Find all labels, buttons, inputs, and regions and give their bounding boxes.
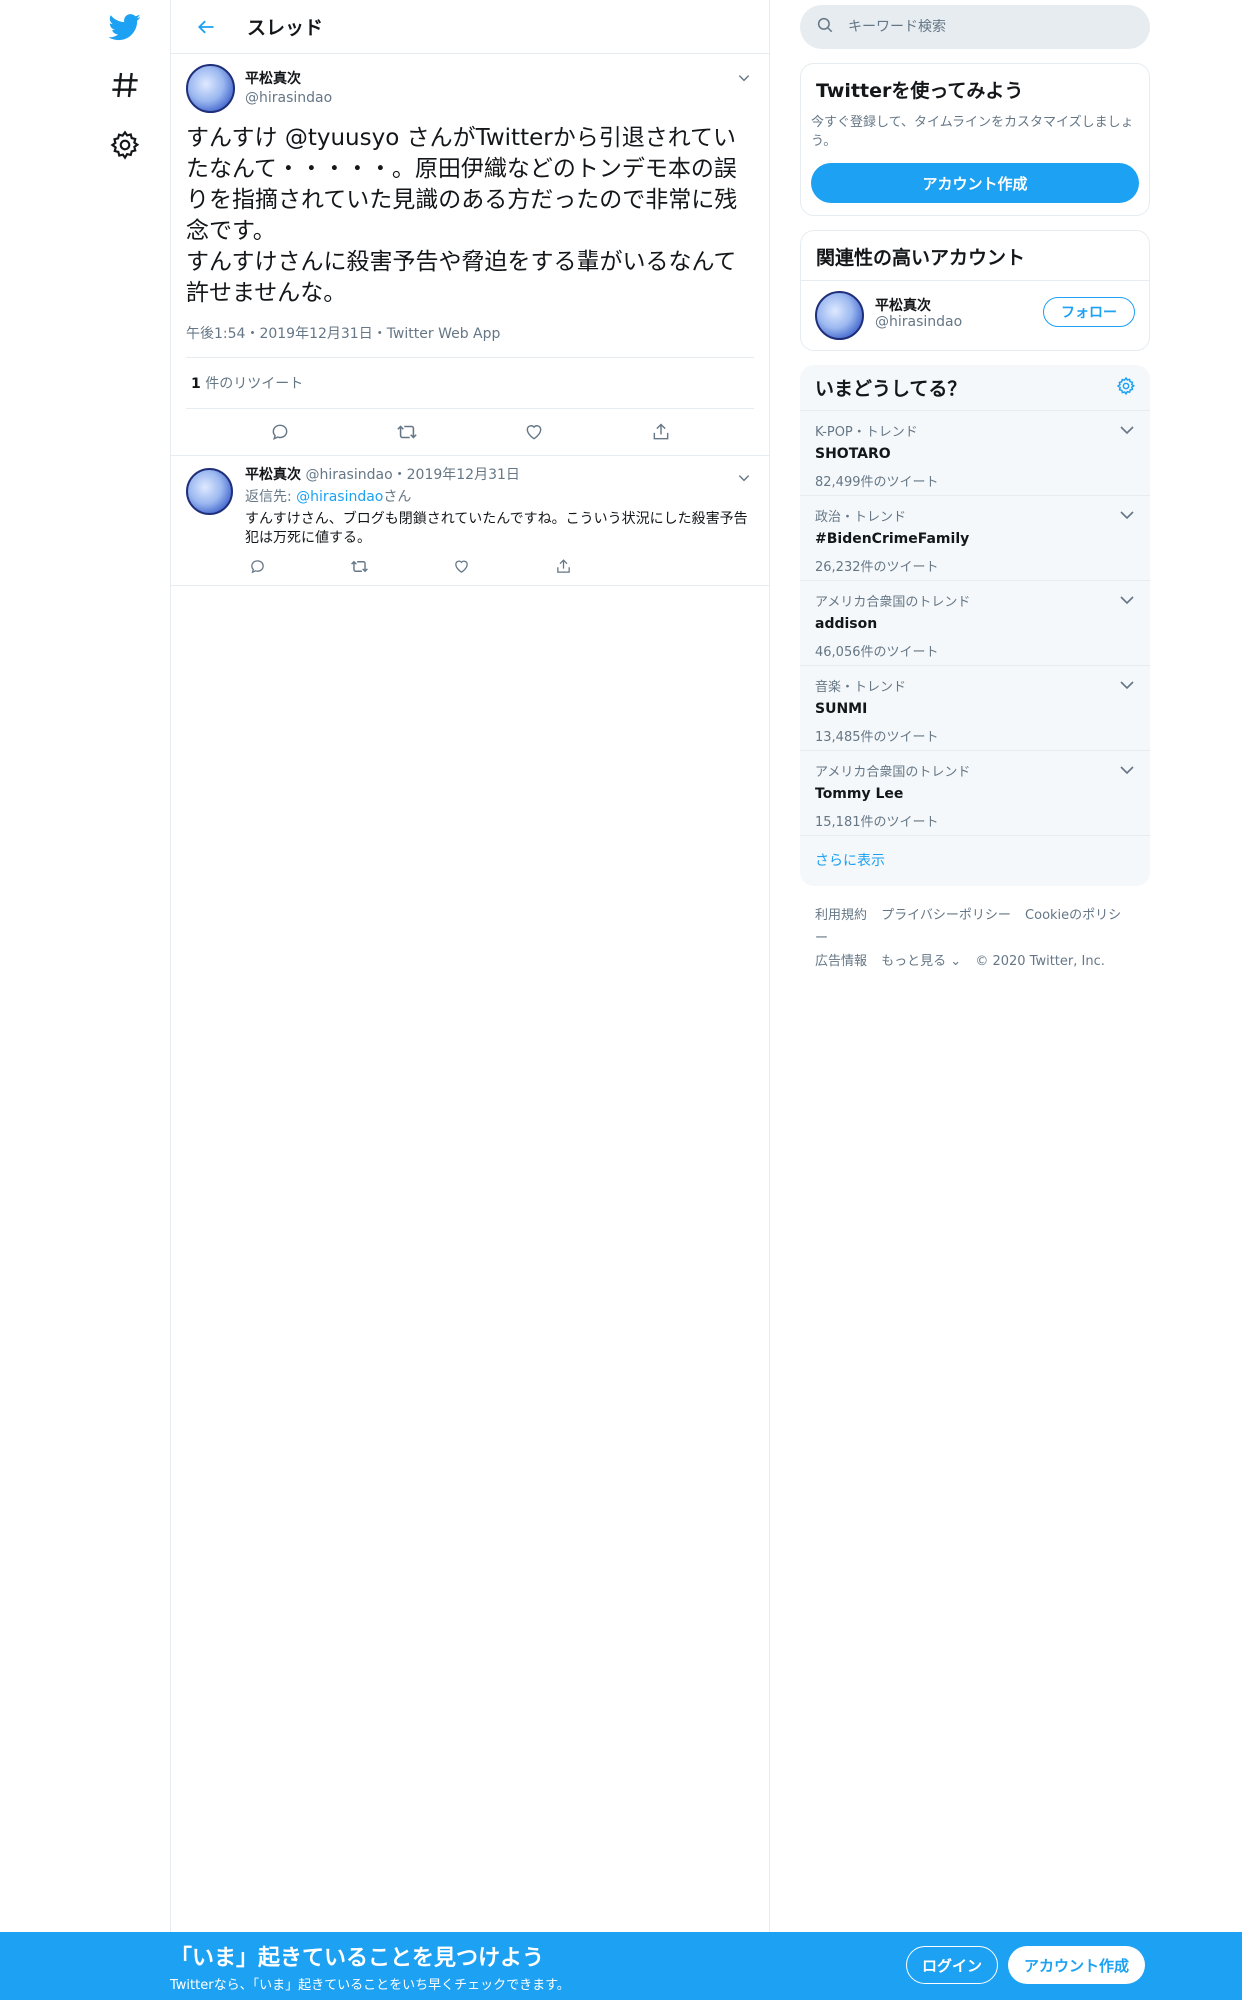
- footer-privacy-link[interactable]: プライバシーポリシー: [881, 908, 1011, 923]
- signup-button[interactable]: アカウント作成: [1008, 1946, 1145, 1984]
- settings-gear-icon[interactable]: [108, 128, 142, 162]
- reply-icon[interactable]: [265, 417, 295, 447]
- trends-header: いまどうしてる？: [800, 365, 1150, 411]
- separator: ・: [392, 467, 407, 483]
- reply-to-link[interactable]: @hirasindao: [296, 489, 383, 505]
- share-icon[interactable]: [646, 417, 676, 447]
- chevron-down-icon[interactable]: [1118, 506, 1136, 524]
- reply-to: 返信先: @hirasindaoさん: [245, 486, 754, 506]
- signup-title: Twitterを使ってみよう: [816, 80, 1024, 102]
- search-icon: [816, 16, 834, 38]
- page-title: スレッド: [247, 17, 324, 39]
- login-button[interactable]: ログイン: [906, 1946, 998, 1984]
- trend-name: Tommy Lee: [815, 786, 904, 802]
- trend-name: SUNMI: [815, 701, 868, 717]
- create-account-button[interactable]: アカウント作成: [811, 163, 1139, 203]
- trend-context: アメリカ合衆国のトレンド: [815, 765, 971, 780]
- reply-to-suffix: さん: [383, 489, 412, 505]
- chevron-down-icon[interactable]: [734, 68, 754, 88]
- trend-context: K-POP・トレンド: [815, 425, 918, 440]
- reply-date[interactable]: 2019年12月31日: [407, 467, 520, 483]
- bottom-bar-title: 「いま」起きていることを見つけよう: [170, 1946, 545, 1971]
- tweet-text: すんすけ @tyuusyo さんがTwitterから引退されていたなんて・・・・…: [186, 123, 754, 309]
- main-tweet: 平松真次 @hirasindao すんすけ @tyuusyo さんがTwitte…: [171, 54, 769, 456]
- trends-title: いまどうしてる？: [815, 378, 967, 400]
- tweet-text-line: すんすけさんに殺害予告や脅迫をする輩がいるなんて許せませんな。: [186, 249, 737, 306]
- trend-name: SHOTARO: [815, 446, 891, 462]
- reply-tweet: 平松真次 @hirasindao・2019年12月31日 返信先: @hiras…: [171, 456, 769, 586]
- trend-count: 13,485件のツイート: [815, 730, 939, 745]
- related-handle[interactable]: @hirasindao: [875, 314, 962, 330]
- search-bar[interactable]: [800, 5, 1150, 49]
- author-handle[interactable]: @hirasindao: [245, 90, 332, 106]
- twitter-bird-icon[interactable]: [108, 10, 142, 44]
- footer-terms-link[interactable]: 利用規約: [815, 908, 867, 923]
- retweet-icon[interactable]: [392, 417, 422, 447]
- trend-context: 政治・トレンド: [815, 510, 907, 525]
- back-arrow-icon[interactable]: [191, 12, 221, 42]
- tweet-timestamp[interactable]: 午後1:54・2019年12月31日・Twitter Web App: [186, 323, 754, 358]
- explore-hashtag-icon[interactable]: [108, 68, 142, 102]
- trend-item[interactable]: 政治・トレンド #BidenCrimeFamily 26,232件のツイート: [800, 496, 1150, 581]
- avatar[interactable]: [186, 64, 235, 113]
- signup-card: Twitterを使ってみよう 今すぐ登録して、タイムラインをカスタマイズしましょ…: [800, 63, 1150, 216]
- author-name[interactable]: 平松真次: [245, 68, 332, 88]
- trend-item[interactable]: アメリカ合衆国のトレンド addison 46,056件のツイート: [800, 581, 1150, 666]
- trend-item[interactable]: K-POP・トレンド SHOTARO 82,499件のツイート: [800, 411, 1150, 496]
- trend-count: 15,181件のツイート: [815, 815, 939, 830]
- retweet-label: 件のリツイート: [200, 376, 304, 392]
- tweet-text-line: すんすけ @tyuusyo さんがTwitterから引退されていたなんて・・・・…: [186, 125, 738, 244]
- chevron-down-icon[interactable]: [1118, 676, 1136, 694]
- bottom-bar-subtitle: Twitterなら、「いま」起きていることをいち早くチェックできます。: [170, 1978, 570, 1993]
- reply-header: 平松真次 @hirasindao・2019年12月31日: [245, 464, 754, 484]
- chevron-down-icon[interactable]: [1118, 761, 1136, 779]
- tweet-author[interactable]: 平松真次 @hirasindao: [245, 68, 332, 106]
- signup-description: 今すぐ登録して、タイムラインをカスタマイズしましょう。: [811, 115, 1134, 149]
- reply-icon[interactable]: [245, 554, 269, 578]
- avatar[interactable]: [815, 291, 864, 340]
- trends-card: いまどうしてる？ K-POP・トレンド SHOTARO 82,499件のツイート…: [800, 365, 1150, 886]
- thread-header: スレッド: [171, 0, 769, 54]
- related-accounts-card: 関連性の高いアカウント 平松真次 @hirasindao フォロー: [800, 230, 1150, 351]
- search-input[interactable]: [848, 19, 1108, 35]
- trend-name: addison: [815, 616, 878, 632]
- author-name[interactable]: 平松真次: [245, 467, 301, 483]
- reply-body: 平松真次 @hirasindao・2019年12月31日 返信先: @hiras…: [245, 464, 754, 578]
- signup-bottom-bar: 「いま」起きていることを見つけよう Twitterなら、「いま」起きていることを…: [0, 1932, 1242, 2000]
- footer-links: 利用規約 プライバシーポリシー Cookieのポリシー 広告情報 もっと見る ⌄…: [800, 904, 1150, 973]
- follow-button[interactable]: フォロー: [1043, 297, 1135, 327]
- retweet-icon[interactable]: [347, 554, 371, 578]
- like-heart-icon[interactable]: [519, 417, 549, 447]
- show-more-link[interactable]: さらに表示: [800, 836, 1150, 886]
- footer-ads-link[interactable]: 広告情報: [815, 954, 867, 969]
- avatar[interactable]: [186, 468, 233, 515]
- trends-settings-gear-icon[interactable]: [1116, 376, 1136, 400]
- retweet-stats[interactable]: 1 件のリツイート: [186, 358, 754, 409]
- author-handle[interactable]: @hirasindao: [305, 467, 392, 483]
- reply-to-prefix: 返信先:: [245, 489, 297, 505]
- trend-name: #BidenCrimeFamily: [815, 531, 970, 547]
- trend-count: 26,232件のツイート: [815, 560, 939, 575]
- chevron-down-icon[interactable]: [1118, 421, 1136, 439]
- retweet-count: 1: [191, 376, 201, 392]
- related-name[interactable]: 平松真次: [875, 295, 931, 315]
- trend-context: アメリカ合衆国のトレンド: [815, 595, 971, 610]
- related-account[interactable]: 平松真次 @hirasindao フォロー: [801, 280, 1149, 350]
- trend-item[interactable]: アメリカ合衆国のトレンド Tommy Lee 15,181件のツイート: [800, 751, 1150, 836]
- right-sidebar: Twitterを使ってみよう 今すぐ登録して、タイムラインをカスタマイズしましょ…: [800, 5, 1150, 973]
- share-icon[interactable]: [551, 554, 575, 578]
- trend-count: 82,499件のツイート: [815, 475, 939, 490]
- tweet-actions: [186, 409, 754, 455]
- reply-text: すんすけさん、ブログも閉鎖されていたんですね。こういう状況にした殺害予告犯は万死…: [245, 511, 748, 546]
- main-column: スレッド 平松真次 @hirasindao すんすけ @tyuusyo さんがT…: [170, 0, 770, 1932]
- footer-more-link[interactable]: もっと見る ⌄: [881, 954, 961, 969]
- trend-item[interactable]: 音楽・トレンド SUNMI 13,485件のツイート: [800, 666, 1150, 751]
- reply-actions: [245, 554, 665, 578]
- trend-context: 音楽・トレンド: [815, 680, 907, 695]
- like-heart-icon[interactable]: [449, 554, 473, 578]
- related-title: 関連性の高いアカウント: [816, 247, 1026, 269]
- trend-count: 46,056件のツイート: [815, 645, 939, 660]
- chevron-down-icon[interactable]: [1118, 591, 1136, 609]
- footer-copyright: © 2020 Twitter, Inc.: [975, 954, 1105, 969]
